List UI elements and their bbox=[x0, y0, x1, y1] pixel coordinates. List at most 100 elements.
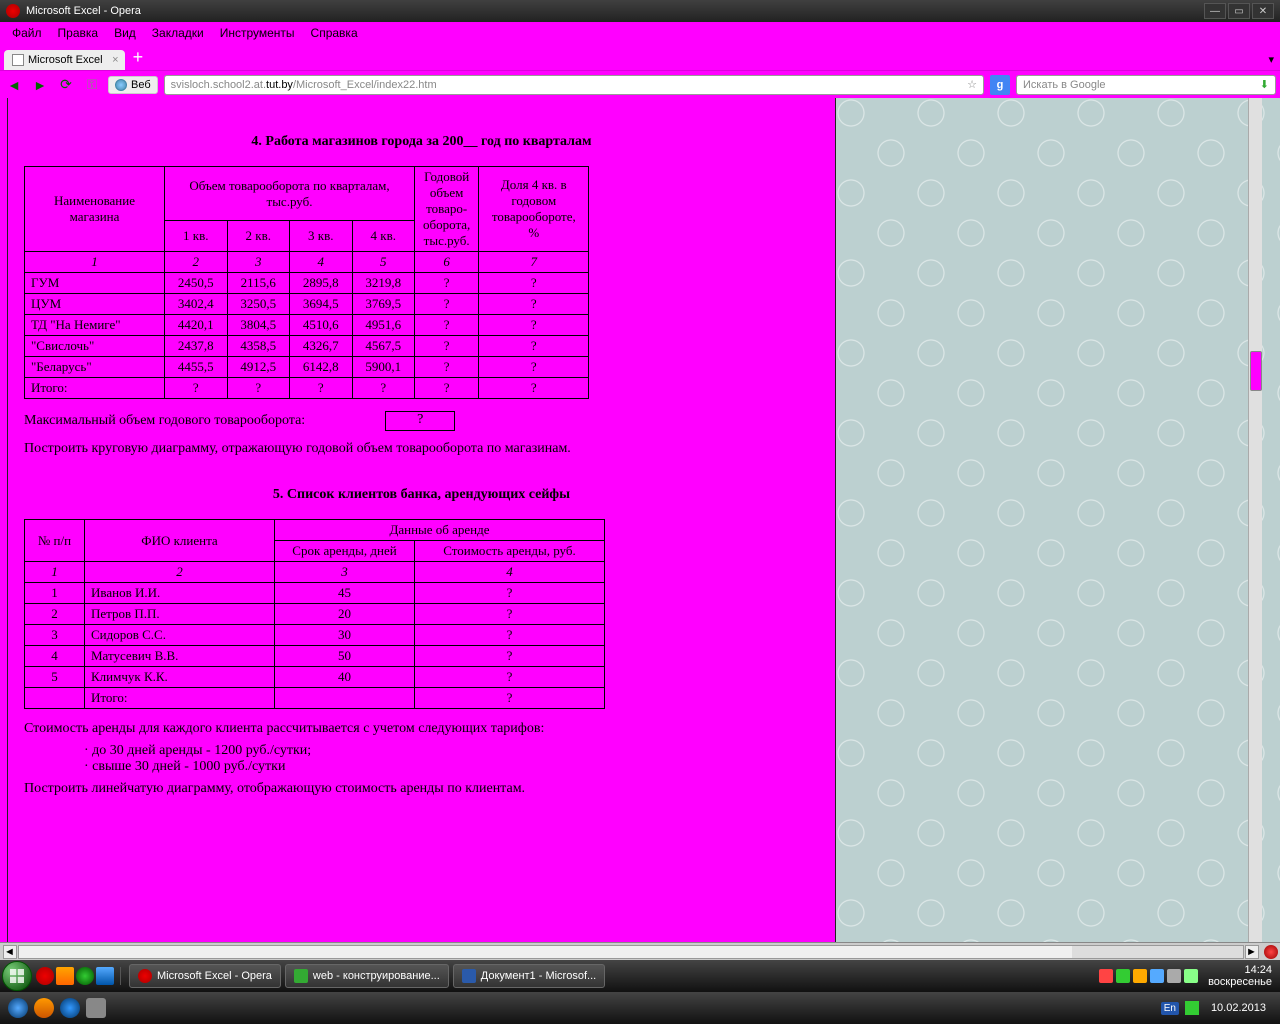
side-pattern bbox=[836, 98, 1280, 942]
language-indicator[interactable]: En bbox=[1161, 1002, 1179, 1015]
table-row: 5Климчук К.К.40? bbox=[25, 667, 605, 688]
reload-button[interactable]: ⟳ bbox=[56, 75, 76, 95]
address-bar: ◄ ► ⟳ ⚿ Веб svisloch.school2.at.tut.by/M… bbox=[0, 70, 1280, 98]
google-search-button[interactable]: g bbox=[990, 75, 1010, 95]
forward-button[interactable]: ► bbox=[30, 75, 50, 95]
search-placeholder: Искать в Google bbox=[1023, 79, 1106, 91]
tab-label: Microsoft Excel bbox=[28, 54, 103, 66]
quicklaunch-row: En 10.02.2013 bbox=[0, 992, 1280, 1024]
th-share: Доля 4 кв. в годовом товарообороте, % bbox=[479, 167, 589, 252]
tab-close-icon[interactable]: × bbox=[112, 54, 118, 66]
vertical-scrollbar[interactable] bbox=[1248, 98, 1262, 942]
task-opera[interactable]: Microsoft Excel - Opera bbox=[129, 964, 281, 988]
table-row: 3Сидоров С.С.30? bbox=[25, 625, 605, 646]
opera-icon bbox=[138, 969, 152, 983]
th-rent: Данные об аренде bbox=[275, 520, 605, 541]
section5-note2: Построить линейчатую диаграмму, отобража… bbox=[24, 781, 819, 797]
url-part1: svisloch.school2.at. bbox=[171, 79, 266, 91]
table-row: "Беларусь"4455,54912,56142,85900,1?? bbox=[25, 357, 589, 378]
table-stores: Наименование магазина Объем товарооборот… bbox=[24, 166, 589, 399]
max-value-box: ? bbox=[385, 411, 455, 431]
table-row: 4Матусевич В.В.50? bbox=[25, 646, 605, 667]
menu-tools[interactable]: Инструменты bbox=[220, 26, 295, 40]
minimize-button[interactable]: — bbox=[1204, 3, 1226, 19]
new-tab-button[interactable]: + bbox=[133, 47, 144, 68]
table-total-row: Итого:?????? bbox=[25, 378, 589, 399]
task3-label: Документ1 - Microsof... bbox=[481, 970, 596, 982]
max-label: Максимальный объем годового товарооборот… bbox=[24, 413, 305, 429]
url-chip-label: Веб bbox=[131, 79, 151, 91]
tab-active[interactable]: Microsoft Excel × bbox=[4, 50, 125, 70]
tab-list-dropdown-icon[interactable]: ▾ bbox=[1268, 53, 1274, 66]
scroll-thumb[interactable] bbox=[1250, 351, 1262, 391]
section4-title: 4. Работа магазинов города за 200__ год … bbox=[24, 134, 819, 150]
th-q2: 2 кв. bbox=[227, 221, 290, 252]
task-webconstruct[interactable]: web - конструирование... bbox=[285, 964, 449, 988]
opera-logo-icon bbox=[6, 4, 20, 18]
task-word[interactable]: Документ1 - Microsof... bbox=[453, 964, 605, 988]
chrome-icon[interactable] bbox=[34, 998, 54, 1018]
close-window-button[interactable]: ✕ bbox=[1252, 3, 1274, 19]
word-icon bbox=[462, 969, 476, 983]
globe-icon bbox=[115, 79, 127, 91]
system-tray bbox=[1099, 969, 1202, 983]
tray-icon[interactable] bbox=[1185, 1001, 1199, 1015]
tray-icon[interactable] bbox=[1167, 969, 1181, 983]
password-key-icon[interactable]: ⚿ bbox=[82, 75, 102, 95]
section5-note1: Стоимость аренды для каждого клиента рас… bbox=[24, 721, 819, 737]
menu-file[interactable]: Файл bbox=[12, 26, 42, 40]
utorrent-ql-icon[interactable] bbox=[76, 967, 94, 985]
web-icon bbox=[294, 969, 308, 983]
table-row: 1Иванов И.И.45? bbox=[25, 583, 605, 604]
page-body: 4. Работа магазинов города за 200__ год … bbox=[8, 98, 836, 942]
scroll-right-button[interactable]: ► bbox=[1245, 945, 1259, 959]
horizontal-scrollbar: ◄ ► bbox=[0, 942, 1280, 960]
windows-taskbar: Microsoft Excel - Opera web - конструиро… bbox=[0, 960, 1280, 992]
th-term: Срок аренды, дней bbox=[275, 541, 415, 562]
app-ql-icon[interactable] bbox=[56, 967, 74, 985]
tray-icon[interactable] bbox=[1150, 969, 1164, 983]
tray-icon[interactable] bbox=[1184, 969, 1198, 983]
section5-bullet1: · до 30 дней аренды - 1200 руб./сутки; bbox=[84, 743, 819, 759]
wmplayer-icon[interactable] bbox=[8, 998, 28, 1018]
url-input[interactable]: svisloch.school2.at.tut.by/Microsoft_Exc… bbox=[164, 75, 984, 95]
menu-edit[interactable]: Правка bbox=[58, 26, 99, 40]
th-num: № п/п bbox=[25, 520, 85, 562]
clock-date[interactable]: 10.02.2013 bbox=[1205, 1002, 1272, 1014]
scroll-left-button[interactable]: ◄ bbox=[3, 945, 17, 959]
menu-help[interactable]: Справка bbox=[311, 26, 358, 40]
tray-icon[interactable] bbox=[1099, 969, 1113, 983]
url-part-bold: tut.by bbox=[266, 79, 293, 91]
th-annual: Годовой объем товаро-оборота, тыс.руб. bbox=[415, 167, 479, 252]
maximize-button[interactable]: ▭ bbox=[1228, 3, 1250, 19]
clock[interactable]: 14:24воскресенье bbox=[1202, 964, 1278, 988]
back-button[interactable]: ◄ bbox=[4, 75, 24, 95]
opera-bug-icon[interactable] bbox=[1264, 945, 1278, 959]
th-fio: ФИО клиента bbox=[85, 520, 275, 562]
table-total-row: Итого:? bbox=[25, 688, 605, 709]
section5-title: 5. Список клиентов банка, арендующих сей… bbox=[24, 487, 819, 503]
menu-bookmarks[interactable]: Закладки bbox=[152, 26, 204, 40]
th-q3: 3 кв. bbox=[290, 221, 353, 252]
table-row: 2Петров П.П.20? bbox=[25, 604, 605, 625]
tray-icon[interactable] bbox=[1116, 969, 1130, 983]
explorer-icon[interactable] bbox=[86, 998, 106, 1018]
start-button[interactable] bbox=[2, 961, 32, 991]
table-row: ТД "На Немиге"4420,13804,54510,64951,6?? bbox=[25, 315, 589, 336]
hscroll-thumb[interactable] bbox=[19, 946, 1072, 958]
hscroll-track[interactable] bbox=[18, 945, 1244, 959]
bookmark-star-icon[interactable]: ☆ bbox=[967, 78, 977, 91]
menu-view[interactable]: Вид bbox=[114, 26, 136, 40]
opera-ql-icon[interactable] bbox=[36, 967, 54, 985]
search-input[interactable]: Искать в Google ⬇ bbox=[1016, 75, 1276, 95]
ie-icon[interactable] bbox=[60, 998, 80, 1018]
table-row: ЦУМ3402,43250,53694,53769,5?? bbox=[25, 294, 589, 315]
folder-ql-icon[interactable] bbox=[96, 967, 114, 985]
th-name: Наименование магазина bbox=[25, 167, 165, 252]
window-titlebar: Microsoft Excel - Opera — ▭ ✕ bbox=[0, 0, 1280, 22]
tray-icon[interactable] bbox=[1133, 969, 1147, 983]
content-area: 4. Работа магазинов города за 200__ год … bbox=[0, 98, 1280, 942]
url-category-chip[interactable]: Веб bbox=[108, 76, 158, 94]
document-icon bbox=[12, 54, 24, 66]
download-arrow-icon[interactable]: ⬇ bbox=[1260, 78, 1269, 91]
